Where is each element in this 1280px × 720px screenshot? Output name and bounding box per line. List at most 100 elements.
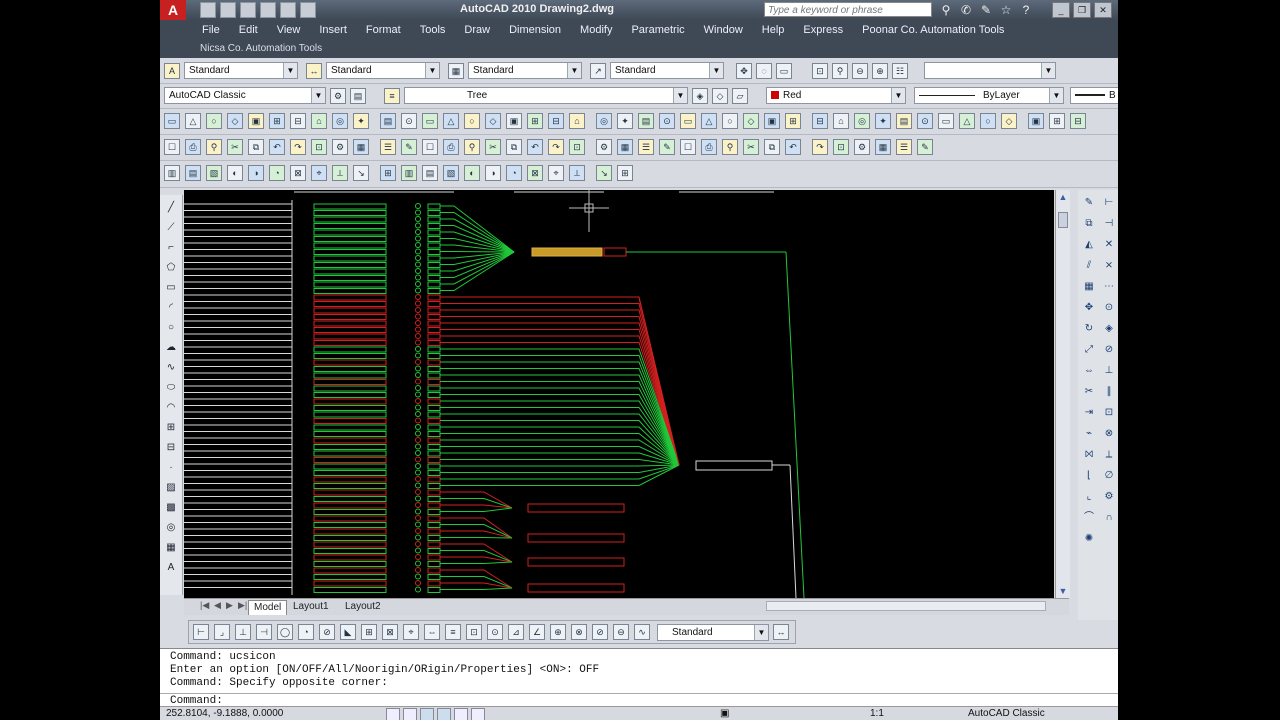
tab-layout1[interactable]: Layout1 xyxy=(288,600,334,614)
dimension-tool-icon[interactable]: ⊥ xyxy=(235,624,251,640)
toolbar-tool-icon[interactable]: ◑ xyxy=(485,165,501,181)
toolbar-tool-icon[interactable]: ⊞ xyxy=(617,165,633,181)
customize-icon[interactable]: ▤ xyxy=(350,88,366,104)
first-tab-icon[interactable]: |◀ xyxy=(200,600,209,611)
dimension-tool-icon[interactable]: ⊣ xyxy=(256,624,272,640)
rotate-icon[interactable]: ↻ xyxy=(1082,322,1096,336)
toolbar-tool-icon[interactable]: ◎ xyxy=(854,113,870,129)
chevron-down-icon[interactable]: ▼ xyxy=(891,88,905,103)
chevron-down-icon[interactable]: ▼ xyxy=(673,88,687,103)
save-icon[interactable] xyxy=(220,2,236,18)
make-block-icon[interactable]: ⊟ xyxy=(164,441,178,455)
insert-block-icon[interactable]: ⊞ xyxy=(164,421,178,435)
blend-icon[interactable]: ⌒ xyxy=(1082,511,1096,525)
snap-endpoint-icon[interactable]: ⊢ xyxy=(1102,196,1116,210)
snap-nearest-icon[interactable]: ⟂ xyxy=(1102,448,1116,462)
menu-edit[interactable]: Edit xyxy=(239,24,258,36)
move-icon[interactable]: ✥ xyxy=(1082,301,1096,315)
drawing-canvas[interactable] xyxy=(184,190,1054,598)
layer-state-icon[interactable]: ▱ xyxy=(732,88,748,104)
toolbar-tool-icon[interactable]: ◇ xyxy=(1001,113,1017,129)
toolbar-tool-icon[interactable]: ◇ xyxy=(227,113,243,129)
chevron-down-icon[interactable]: ▼ xyxy=(425,63,439,78)
toolbar-tool-icon[interactable]: ⧉ xyxy=(506,139,522,155)
toolbar-tool-icon[interactable]: ⊞ xyxy=(269,113,285,129)
toolbar-tool-icon[interactable]: ▧ xyxy=(443,165,459,181)
dimension-tool-icon[interactable]: ◔ xyxy=(298,624,314,640)
toolbar-tool-icon[interactable]: ⊙ xyxy=(917,113,933,129)
toolbar-tool-icon[interactable]: ⎙ xyxy=(701,139,717,155)
toolbar-tool-icon[interactable]: ⟂ xyxy=(569,165,585,181)
chevron-down-icon[interactable]: ▼ xyxy=(311,88,325,103)
toolbar-tool-icon[interactable]: ↶ xyxy=(269,139,285,155)
dimension-tool-icon[interactable]: ⊞ xyxy=(361,624,377,640)
scroll-down-icon[interactable]: ▼ xyxy=(1056,584,1070,598)
toolbar-tool-icon[interactable]: ◔ xyxy=(506,165,522,181)
menu-express[interactable]: Express xyxy=(803,24,843,36)
dimension-tool-icon[interactable]: ⊠ xyxy=(382,624,398,640)
mleader-style-combo[interactable]: Standard ▼ xyxy=(610,62,724,79)
toolbar-tool-icon[interactable]: ⊟ xyxy=(290,113,306,129)
toolbar-tool-icon[interactable]: ☰ xyxy=(896,139,912,155)
toolbar-tool-icon[interactable]: ⊟ xyxy=(548,113,564,129)
plot-icon[interactable] xyxy=(280,2,296,18)
menu-dimension[interactable]: Dimension xyxy=(509,24,561,36)
scale-icon[interactable]: ⤢ xyxy=(1082,343,1096,357)
toolbar-tool-icon[interactable]: ⊡ xyxy=(833,139,849,155)
orbit-icon[interactable]: ◌ xyxy=(756,63,772,79)
properties-icon[interactable]: ☷ xyxy=(892,63,908,79)
coordinates-readout[interactable]: 252.8104, -9.1888, 0.0000 xyxy=(166,707,283,720)
menu-help[interactable]: Help xyxy=(762,24,785,36)
snap-center-icon[interactable]: ⊙ xyxy=(1102,301,1116,315)
toolbar-tool-icon[interactable]: ↘ xyxy=(596,165,612,181)
toolbar-tool-icon[interactable]: ⊞ xyxy=(785,113,801,129)
application-menu-button[interactable]: A xyxy=(160,0,186,20)
toolbar-tool-icon[interactable]: ⚲ xyxy=(464,139,480,155)
color-combo[interactable]: Red ▼ xyxy=(766,87,906,104)
mtext-icon[interactable]: A xyxy=(164,561,178,575)
stretch-icon[interactable]: ⇔ xyxy=(1082,364,1096,378)
toolbar-tool-icon[interactable]: ○ xyxy=(980,113,996,129)
dimension-tool-icon[interactable]: ≡ xyxy=(445,624,461,640)
chevron-down-icon[interactable]: ▼ xyxy=(1041,63,1055,78)
toolbar-tool-icon[interactable]: ▭ xyxy=(422,113,438,129)
toolbar-tool-icon[interactable]: ▤ xyxy=(638,113,654,129)
toolbar-tool-icon[interactable]: ✂ xyxy=(485,139,501,155)
dimension-style-combo[interactable]: Standard ▼ xyxy=(657,624,769,641)
snap-perpendicular-icon[interactable]: ⊥ xyxy=(1102,364,1116,378)
erase-icon[interactable]: ✎ xyxy=(1082,196,1096,210)
toolbar-tool-icon[interactable]: ⊠ xyxy=(527,165,543,181)
favorites-icon[interactable]: ☆ xyxy=(998,2,1014,18)
table-style-icon[interactable]: ▦ xyxy=(448,63,464,79)
toolbar-tool-icon[interactable]: ☐ xyxy=(422,139,438,155)
toolbar-tool-icon[interactable]: ◇ xyxy=(743,113,759,129)
toolbar-tool-icon[interactable]: ✦ xyxy=(875,113,891,129)
trim-icon[interactable]: ✂ xyxy=(1082,385,1096,399)
layer-previous-icon[interactable]: ◇ xyxy=(712,88,728,104)
toolbar-tool-icon[interactable]: ▣ xyxy=(506,113,522,129)
table-style-combo[interactable]: Standard ▼ xyxy=(468,62,582,79)
toolbar-tool-icon[interactable]: ☰ xyxy=(638,139,654,155)
toolbar-tool-icon[interactable]: ⌂ xyxy=(311,113,327,129)
toolbar-tool-icon[interactable]: ⌖ xyxy=(311,165,327,181)
toolbar-tool-icon[interactable]: ⧉ xyxy=(764,139,780,155)
extend-icon[interactable]: ⇥ xyxy=(1082,406,1096,420)
tab-layout2[interactable]: Layout2 xyxy=(340,600,386,614)
snap-tangent-icon[interactable]: ⊘ xyxy=(1102,343,1116,357)
last-tab-icon[interactable]: ▶| xyxy=(238,600,247,611)
pan-icon[interactable]: ✥ xyxy=(736,63,752,79)
hatch-icon[interactable]: ▨ xyxy=(164,481,178,495)
new-icon[interactable] xyxy=(200,2,216,18)
tab-model[interactable]: Model xyxy=(248,600,288,615)
chevron-down-icon[interactable]: ▼ xyxy=(709,63,723,78)
toolbar-tool-icon[interactable]: ↘ xyxy=(353,165,369,181)
toolbar-tool-icon[interactable]: ⊞ xyxy=(527,113,543,129)
ellipse-icon[interactable]: ⬭ xyxy=(164,381,178,395)
vertical-scrollbar[interactable]: ▲ ▼ xyxy=(1055,190,1070,598)
toolbar-tool-icon[interactable]: ◐ xyxy=(464,165,480,181)
grid-toggle[interactable] xyxy=(403,708,417,720)
toolbar-tool-icon[interactable]: ▧ xyxy=(206,165,222,181)
toolbar-tool-icon[interactable]: ↷ xyxy=(812,139,828,155)
snap-magnet-icon[interactable]: ∩ xyxy=(1102,511,1116,525)
toolbar-tool-icon[interactable]: ◎ xyxy=(596,113,612,129)
